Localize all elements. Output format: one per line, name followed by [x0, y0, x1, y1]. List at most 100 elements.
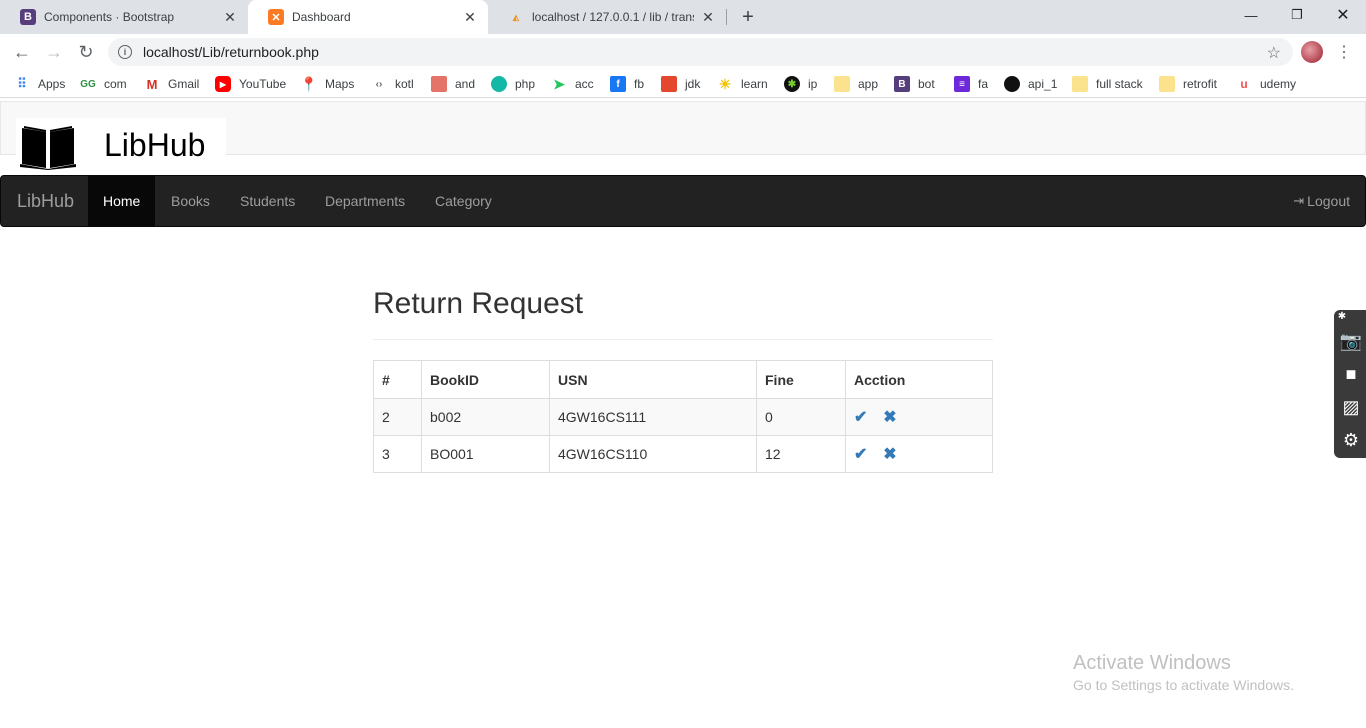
- tab-dashboard[interactable]: ✕ Dashboard ✕: [248, 0, 488, 34]
- url-text[interactable]: localhost/Lib/returnbook.php: [143, 44, 319, 60]
- table-header-row: # BookID USN Fine Acction: [373, 360, 993, 399]
- apps-grid-icon: ⠿: [17, 76, 27, 91]
- reject-cross-icon[interactable]: ✖: [883, 409, 896, 426]
- bookmark-youtube[interactable]: ▶ YouTube: [215, 75, 286, 93]
- web-page: LibHub LibHub Home Books Students Depart…: [0, 101, 1366, 728]
- forward-button[interactable]: →: [41, 39, 67, 65]
- bookmark-label: com: [104, 77, 127, 91]
- nav-home[interactable]: Home: [88, 176, 156, 226]
- tab-title: Dashboard: [292, 10, 351, 24]
- cell-num: 2: [373, 398, 422, 436]
- cell-action: ✔ ✖: [845, 435, 993, 473]
- folder-icon: [1072, 76, 1088, 92]
- bookmark-retrofit[interactable]: retrofit: [1159, 75, 1217, 93]
- maps-icon: 📍: [300, 75, 318, 92]
- minimize-button[interactable]: —: [1228, 0, 1274, 30]
- page-title: Return Request: [373, 287, 584, 320]
- new-tab-button[interactable]: +: [737, 6, 759, 28]
- youtube-icon: ▶: [215, 76, 231, 92]
- pin-icon[interactable]: ✱: [1336, 310, 1348, 322]
- col-header-action: Acction: [845, 360, 993, 399]
- close-icon[interactable]: ✕: [222, 9, 238, 25]
- bookmark-gmail[interactable]: M Gmail: [144, 75, 200, 93]
- nav-books[interactable]: Books: [156, 176, 225, 226]
- close-icon[interactable]: ✕: [462, 9, 478, 25]
- sun-icon: ☀: [718, 75, 732, 92]
- info-icon[interactable]: i: [118, 45, 132, 59]
- hexagon-icon: [491, 76, 507, 92]
- cell-usn: 4GW16CS110: [549, 435, 757, 473]
- camera-icon[interactable]: 📷: [1338, 328, 1364, 354]
- bookmark-bot[interactable]: B bot: [894, 75, 935, 93]
- return-request-table: # BookID USN Fine Acction 2 b002 4GW16CS…: [373, 360, 993, 473]
- bookmark-kotl[interactable]: ‹› kotl: [371, 75, 414, 93]
- gallery-icon[interactable]: ▨: [1338, 394, 1364, 420]
- folder-icon: [1159, 76, 1175, 92]
- profile-avatar[interactable]: [1301, 41, 1323, 63]
- screen-capture-widget: ✱ 📷 ■ ▨ ⚙: [1334, 310, 1366, 458]
- approve-check-icon[interactable]: ✔: [854, 446, 867, 463]
- approve-check-icon[interactable]: ✔: [854, 409, 867, 426]
- cell-num: 3: [373, 435, 422, 473]
- arrow-icon: ➤: [553, 75, 565, 92]
- list-icon: ≡: [954, 76, 970, 92]
- browser-toolbar: ← → ↻ i localhost/Lib/returnbook.php ☆ ⋮: [0, 34, 1366, 70]
- activate-windows-title: Activate Windows: [1073, 652, 1231, 674]
- bookmark-api-1[interactable]: api_1: [1004, 75, 1057, 93]
- bookmark-maps[interactable]: 📍 Maps: [300, 75, 355, 93]
- close-icon[interactable]: ✕: [700, 9, 716, 25]
- back-button[interactable]: ←: [9, 39, 35, 65]
- cell-fine: 12: [756, 435, 846, 473]
- bookmark-full-stack[interactable]: full stack: [1072, 75, 1143, 93]
- bookmark-ip[interactable]: ✱ ip: [784, 75, 817, 93]
- tab-phpmyadmin[interactable]: ◭ localhost / 127.0.0.1 / lib / transa ✕: [488, 0, 726, 34]
- bookmark-label: app: [858, 77, 879, 91]
- activate-windows-subtitle: Go to Settings to activate Windows.: [1073, 677, 1294, 693]
- star-icon[interactable]: ☆: [1267, 43, 1281, 63]
- bookmark-fa[interactable]: ≡ fa: [954, 75, 988, 93]
- restore-button[interactable]: ❐: [1274, 0, 1320, 30]
- bookmark-jdk[interactable]: jdk: [661, 75, 700, 93]
- browser-tab-strip: B Components · Bootstrap ✕ ✕ Dashboard ✕…: [0, 0, 1366, 34]
- tab-components-bootstrap[interactable]: B Components · Bootstrap ✕: [0, 0, 248, 34]
- logout-link[interactable]: ⇥ Logout: [1293, 176, 1350, 226]
- bookmark-acc[interactable]: ➤ acc: [551, 75, 594, 93]
- bookmark-fb[interactable]: f fb: [610, 75, 644, 93]
- bookmark-apps[interactable]: ⠿ Apps: [14, 75, 65, 93]
- bookmark-label: Maps: [325, 77, 355, 91]
- bookmark-app[interactable]: app: [834, 75, 878, 93]
- close-window-button[interactable]: ✕: [1320, 0, 1366, 30]
- video-camera-icon[interactable]: ■: [1338, 361, 1364, 387]
- bookmark-label: api_1: [1028, 77, 1058, 91]
- cell-action: ✔ ✖: [845, 398, 993, 436]
- ninja-icon: [1004, 76, 1020, 92]
- bookmark-udemy[interactable]: u udemy: [1236, 75, 1296, 93]
- cube-icon: [431, 76, 447, 92]
- bookmark-label: fb: [634, 77, 645, 91]
- bookmark-php[interactable]: php: [491, 75, 535, 93]
- facebook-icon: f: [610, 76, 626, 92]
- bookmark-label: bot: [918, 77, 935, 91]
- book-icon: [20, 125, 76, 170]
- bookmark-learn[interactable]: ☀ learn: [717, 75, 768, 93]
- gear-icon[interactable]: ⚙: [1338, 427, 1364, 453]
- navbar-brand[interactable]: LibHub: [17, 176, 74, 226]
- nav-students[interactable]: Students: [225, 176, 310, 226]
- menu-icon[interactable]: ⋮: [1336, 41, 1352, 63]
- bookmark-label: retrofit: [1183, 77, 1218, 91]
- reject-cross-icon[interactable]: ✖: [883, 446, 896, 463]
- cell-bookid: BO001: [421, 435, 550, 473]
- reload-button[interactable]: ↻: [73, 39, 99, 65]
- bookmark-com[interactable]: GG com: [80, 75, 127, 93]
- tab-title: localhost / 127.0.0.1 / lib / transa: [532, 10, 694, 24]
- bookmark-label: kotl: [395, 77, 414, 91]
- phpmyadmin-icon: ◭: [512, 12, 520, 22]
- folder-icon: [834, 76, 850, 92]
- bookmark-and[interactable]: and: [431, 75, 475, 93]
- address-bar[interactable]: i localhost/Lib/returnbook.php ☆: [108, 38, 1293, 66]
- nav-category[interactable]: Category: [420, 176, 507, 226]
- nav-departments[interactable]: Departments: [310, 176, 420, 226]
- bookmark-label: learn: [741, 77, 768, 91]
- site-logo[interactable]: LibHub: [16, 118, 226, 173]
- logout-icon: ⇥: [1293, 193, 1305, 208]
